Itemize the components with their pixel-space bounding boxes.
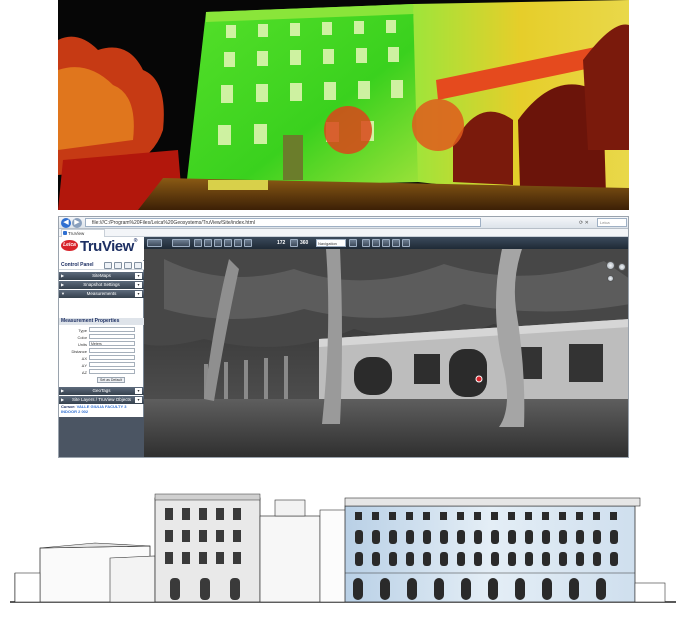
panorama-viewer[interactable] bbox=[144, 249, 628, 457]
viewer-toolbar: 172 360 Navigation bbox=[144, 237, 628, 249]
browser-search-input[interactable]: Leica bbox=[597, 218, 627, 227]
expand-arrow-icon: ▶ bbox=[61, 397, 65, 402]
back-arrow-icon[interactable]: ◀ bbox=[61, 218, 71, 228]
markup-erase-icon[interactable] bbox=[234, 239, 242, 247]
zoom-readout: 172 bbox=[277, 240, 286, 246]
main-door bbox=[283, 135, 303, 180]
scan-position-marker[interactable] bbox=[475, 375, 483, 383]
control-panel-title: Control Panel bbox=[61, 262, 94, 268]
help-icon[interactable] bbox=[124, 262, 132, 269]
field-label-dy: ΔY bbox=[81, 363, 87, 368]
next-scan-icon[interactable] bbox=[372, 239, 380, 247]
markup-shape-icon[interactable] bbox=[214, 239, 222, 247]
address-input[interactable]: file:///C:/Program%20Files/Leica%20Geosy… bbox=[85, 218, 481, 227]
zoom-control-icon[interactable] bbox=[618, 263, 626, 271]
accordion-label: SiteMaps bbox=[92, 273, 111, 278]
lawn bbox=[144, 399, 628, 457]
browser-tab-truview[interactable]: TruView bbox=[61, 229, 105, 237]
info-icon[interactable] bbox=[349, 239, 357, 247]
panel-toggle-icon[interactable]: ▾ bbox=[135, 397, 142, 403]
previous-view-icon[interactable] bbox=[382, 239, 390, 247]
expand-arrow-icon: ▶ bbox=[61, 388, 65, 393]
accordion-label: Measurements bbox=[86, 291, 117, 296]
truview-header: Leica TruView® bbox=[59, 237, 144, 260]
home-icon[interactable] bbox=[104, 262, 112, 269]
warning-icon[interactable] bbox=[114, 262, 122, 269]
measurement-properties-title: Measurement Properties bbox=[59, 318, 144, 325]
zoom-icon[interactable] bbox=[290, 239, 298, 247]
field-label-type: Type bbox=[78, 328, 87, 333]
view-mode-icon[interactable] bbox=[147, 239, 162, 247]
point-cloud-facade-image bbox=[58, 0, 629, 210]
orbit-icon[interactable] bbox=[607, 275, 614, 282]
distance-field bbox=[89, 348, 135, 353]
browser-address-bar: ◀ ▶ file:///C:/Program%20Files/Leica%20G… bbox=[59, 217, 628, 229]
truview-browser-window: ◀ ▶ file:///C:/Program%20Files/Leica%20G… bbox=[58, 216, 629, 458]
accordion-geotags[interactable]: ▶ GeoTags ▾ bbox=[59, 387, 144, 395]
dx-field bbox=[89, 355, 135, 360]
prev-scan-icon[interactable] bbox=[362, 239, 370, 247]
building-elevation-drawing bbox=[10, 478, 676, 623]
product-title: TruView® bbox=[80, 238, 137, 255]
dy-field bbox=[89, 362, 135, 367]
measure-icon[interactable] bbox=[172, 239, 190, 247]
next-view-icon[interactable] bbox=[392, 239, 400, 247]
accordion-snapshot-settings[interactable]: ▶ Snapshot Settings ▾ bbox=[59, 281, 144, 289]
forward-arrow-icon[interactable]: ▶ bbox=[72, 218, 82, 228]
markup-text-icon[interactable] bbox=[224, 239, 232, 247]
dz-field bbox=[89, 369, 135, 374]
panel-toggle-icon[interactable]: ▾ bbox=[135, 291, 142, 297]
expand-arrow-icon: ▶ bbox=[61, 273, 65, 278]
browser-tab-strip: TruView bbox=[59, 229, 628, 237]
navigation-select[interactable]: Navigation bbox=[316, 239, 346, 247]
control-panel-sidebar: Leica TruView® Control Panel ▶ SiteMaps ▾ … bbox=[59, 237, 144, 457]
accordion-site-layers[interactable]: ▶ Site Layers / TruView Objects ▾ bbox=[59, 396, 144, 404]
type-field[interactable] bbox=[89, 327, 135, 332]
help-icon[interactable] bbox=[402, 239, 410, 247]
compass-icon[interactable] bbox=[606, 261, 615, 270]
elevation-render bbox=[10, 478, 676, 623]
grayscale-scan-render bbox=[144, 249, 628, 457]
fov-readout: 360 bbox=[300, 240, 309, 246]
units-select[interactable]: Meters bbox=[89, 341, 135, 346]
favicon-icon bbox=[63, 231, 67, 235]
collapse-icon[interactable] bbox=[134, 262, 142, 269]
field-label-color: Color bbox=[77, 335, 87, 340]
cursor-readout: Cursor: VALLE GIULIA FACULTY 3 INDOOR 2 … bbox=[61, 404, 143, 414]
panel-toggle-icon[interactable]: ▾ bbox=[135, 282, 142, 288]
point-cloud-render bbox=[58, 0, 629, 210]
courtyard-tree bbox=[324, 106, 372, 154]
set-as-default-button[interactable]: Set as Default bbox=[97, 377, 125, 383]
panel-toggle-icon[interactable]: ▾ bbox=[135, 388, 142, 394]
accordion-label: Site Layers / TruView Objects bbox=[72, 397, 131, 402]
color-field[interactable] bbox=[89, 334, 135, 339]
field-label-distance: Distance bbox=[71, 349, 87, 354]
expand-arrow-icon: ▼ bbox=[61, 291, 65, 296]
leica-logo: Leica bbox=[61, 240, 78, 251]
field-label-units: Units bbox=[77, 342, 87, 347]
panel-toggle-icon[interactable]: ▾ bbox=[135, 273, 142, 279]
field-label-dx: ΔX bbox=[81, 356, 87, 361]
expand-arrow-icon: ▶ bbox=[61, 282, 65, 287]
snapshot-icon[interactable] bbox=[244, 239, 252, 247]
markup-line-icon[interactable] bbox=[204, 239, 212, 247]
accordion-label: GeoTags bbox=[92, 388, 111, 393]
refresh-icon[interactable]: ⟳ ✕ bbox=[579, 219, 595, 227]
field-label-dz: ΔZ bbox=[81, 370, 87, 375]
accordion-sitemaps[interactable]: ▶ SiteMaps ▾ bbox=[59, 272, 144, 280]
accordion-label: Snapshot Settings bbox=[83, 282, 120, 287]
control-panel-header: Control Panel bbox=[59, 261, 144, 270]
tab-title: TruView bbox=[68, 231, 85, 236]
markup-pen-icon[interactable] bbox=[194, 239, 202, 247]
sidebar-footer bbox=[59, 417, 144, 457]
connecting-block bbox=[259, 515, 321, 603]
accordion-measurements[interactable]: ▼ Measurements ▾ bbox=[59, 290, 144, 298]
figure-stage: ◀ ▶ file:///C:/Program%20Files/Leica%20G… bbox=[0, 0, 686, 625]
